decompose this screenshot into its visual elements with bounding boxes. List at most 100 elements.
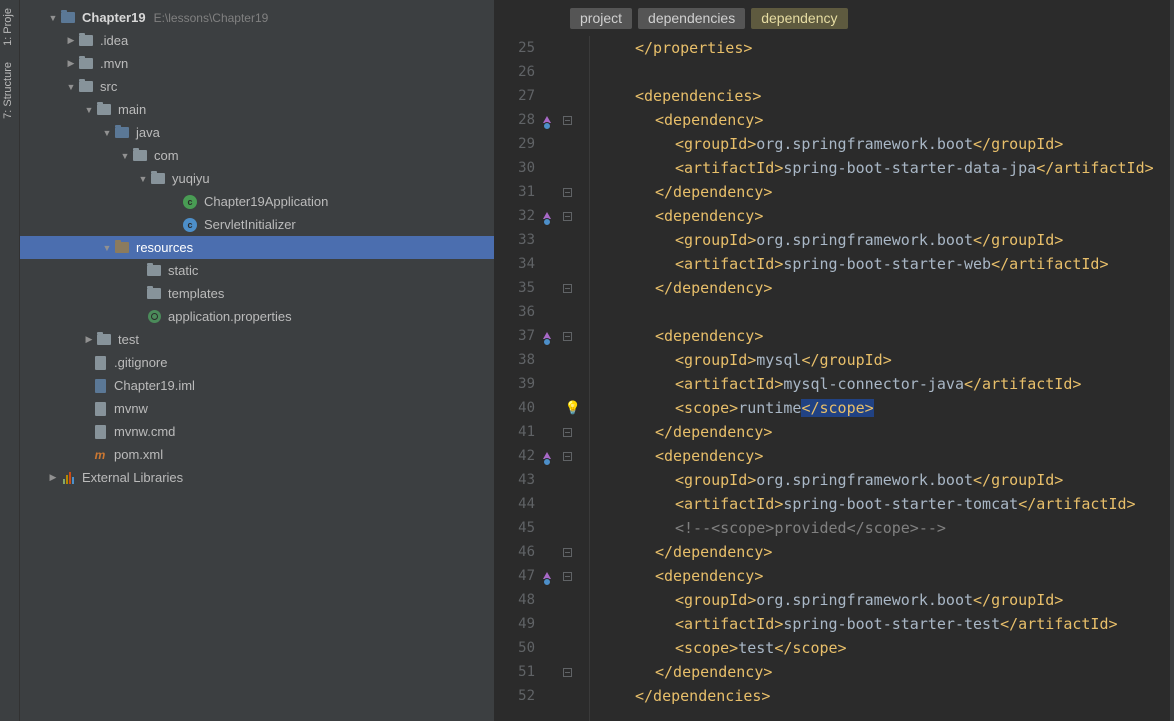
code-line[interactable] [590, 300, 1174, 324]
class-run-icon: c [182, 194, 198, 210]
fold-toggle-icon[interactable] [557, 204, 577, 228]
expand-icon[interactable] [64, 35, 78, 46]
tool-tab-project[interactable]: 1: Proje [0, 0, 16, 54]
expand-icon[interactable] [136, 174, 150, 184]
crumb-dependencies[interactable]: dependencies [638, 8, 745, 29]
code-line[interactable]: </dependency> [590, 276, 1174, 300]
code-line[interactable]: <groupId>org.springframework.boot</group… [590, 468, 1174, 492]
code-line[interactable]: <groupId>org.springframework.boot</group… [590, 228, 1174, 252]
file-icon [92, 355, 108, 371]
code-line[interactable]: </dependency> [590, 180, 1174, 204]
fold-toggle-icon[interactable] [557, 564, 577, 588]
tree-java[interactable]: java [20, 121, 494, 144]
tool-tab-structure[interactable]: 7: Structure [0, 54, 16, 127]
tree-label: Chapter19.iml [114, 378, 195, 393]
editor-code[interactable]: </properties><dependencies><dependency><… [590, 36, 1174, 721]
xml-tag: </groupId> [973, 471, 1063, 489]
error-stripe[interactable] [1170, 0, 1174, 721]
code-line[interactable]: <artifactId>mysql-connector-java</artifa… [590, 372, 1174, 396]
tree-test[interactable]: test [20, 328, 494, 351]
code-line[interactable]: </properties> [590, 36, 1174, 60]
code-line[interactable]: <artifactId>spring-boot-starter-tomcat</… [590, 492, 1174, 516]
code-line[interactable]: <groupId>org.springframework.boot</group… [590, 132, 1174, 156]
intention-bulb-icon[interactable]: 💡 [563, 396, 583, 420]
code-line[interactable]: </dependency> [590, 420, 1174, 444]
code-line[interactable]: <groupId>org.springframework.boot</group… [590, 588, 1174, 612]
tree-label: mvnw [114, 401, 148, 416]
code-line[interactable]: </dependency> [590, 540, 1174, 564]
tree-mvnwcmd[interactable]: mvnw.cmd [20, 420, 494, 443]
tree-templates[interactable]: templates [20, 282, 494, 305]
libraries-icon [60, 470, 76, 486]
tree-label: resources [136, 240, 193, 255]
tree-label: src [100, 79, 117, 94]
code-line[interactable]: <dependency> [590, 564, 1174, 588]
expand-icon[interactable] [100, 243, 114, 253]
code-line[interactable] [590, 60, 1174, 84]
tree-src[interactable]: src [20, 75, 494, 98]
project-tree[interactable]: Chapter19 E:\lessons\Chapter19 .idea .mv… [20, 0, 495, 721]
tree-iml[interactable]: Chapter19.iml [20, 374, 494, 397]
code-line[interactable]: </dependency> [590, 660, 1174, 684]
fold-toggle-icon[interactable] [557, 420, 577, 444]
tree-idea[interactable]: .idea [20, 29, 494, 52]
code-line[interactable]: <artifactId>spring-boot-starter-test</ar… [590, 612, 1174, 636]
expand-icon[interactable] [46, 13, 60, 23]
tree-gitignore[interactable]: .gitignore [20, 351, 494, 374]
line-number: 30 [495, 156, 535, 180]
override-gutter-icon[interactable] [537, 564, 557, 588]
tree-label: .idea [100, 33, 128, 48]
expand-icon[interactable] [118, 151, 132, 161]
crumb-project[interactable]: project [570, 8, 632, 29]
fold-toggle-icon[interactable] [557, 660, 577, 684]
code-line[interactable]: <dependency> [590, 324, 1174, 348]
tree-mvnw[interactable]: mvnw [20, 397, 494, 420]
editor-gutter[interactable]: 25262728293031323334353637383940💡4142434… [495, 36, 590, 721]
code-line[interactable]: <artifactId>spring-boot-starter-web</art… [590, 252, 1174, 276]
tree-main[interactable]: main [20, 98, 494, 121]
tree-com[interactable]: com [20, 144, 494, 167]
code-line[interactable]: <dependencies> [590, 84, 1174, 108]
code-line[interactable]: <!--<scope>provided</scope>--> [590, 516, 1174, 540]
code-line[interactable]: <scope>test</scope> [590, 636, 1174, 660]
tree-static[interactable]: static [20, 259, 494, 282]
tree-mvn[interactable]: .mvn [20, 52, 494, 75]
code-line[interactable]: </dependencies> [590, 684, 1174, 708]
expand-icon[interactable] [82, 334, 96, 345]
fold-toggle-icon[interactable] [557, 324, 577, 348]
code-line[interactable]: <scope>runtime</scope> [590, 396, 1174, 420]
tree-servlet-class[interactable]: cServletInitializer [20, 213, 494, 236]
tree-root[interactable]: Chapter19 E:\lessons\Chapter19 [20, 6, 494, 29]
tree-pom[interactable]: mpom.xml [20, 443, 494, 466]
code-line[interactable]: <dependency> [590, 204, 1174, 228]
expand-icon[interactable] [64, 58, 78, 69]
fold-toggle-icon[interactable] [557, 444, 577, 468]
expand-icon[interactable] [82, 105, 96, 115]
override-gutter-icon[interactable] [537, 108, 557, 132]
code-line[interactable]: <dependency> [590, 108, 1174, 132]
expand-icon[interactable] [100, 128, 114, 138]
code-line[interactable]: <dependency> [590, 444, 1174, 468]
override-gutter-icon[interactable] [537, 444, 557, 468]
fold-toggle-icon[interactable] [557, 108, 577, 132]
code-line[interactable]: <groupId>mysql</groupId> [590, 348, 1174, 372]
tree-yuqiyu[interactable]: yuqiyu [20, 167, 494, 190]
tree-label: .mvn [100, 56, 128, 71]
override-gutter-icon[interactable] [537, 324, 557, 348]
override-gutter-icon[interactable] [537, 204, 557, 228]
tree-extlib[interactable]: External Libraries [20, 466, 494, 489]
crumb-dependency[interactable]: dependency [751, 8, 847, 29]
xml-tag: </dependency> [655, 183, 772, 201]
fold-toggle-icon[interactable] [557, 180, 577, 204]
xml-tag: <groupId> [675, 471, 756, 489]
xml-tag: </artifactId> [1018, 495, 1135, 513]
expand-icon[interactable] [46, 472, 60, 483]
fold-toggle-icon[interactable] [557, 540, 577, 564]
tree-app-class[interactable]: cChapter19Application [20, 190, 494, 213]
fold-toggle-icon[interactable] [557, 276, 577, 300]
xml-tag: </scope> [801, 399, 873, 417]
tree-appprops[interactable]: application.properties [20, 305, 494, 328]
expand-icon[interactable] [64, 82, 78, 92]
code-line[interactable]: <artifactId>spring-boot-starter-data-jpa… [590, 156, 1174, 180]
tree-resources[interactable]: resources [20, 236, 494, 259]
